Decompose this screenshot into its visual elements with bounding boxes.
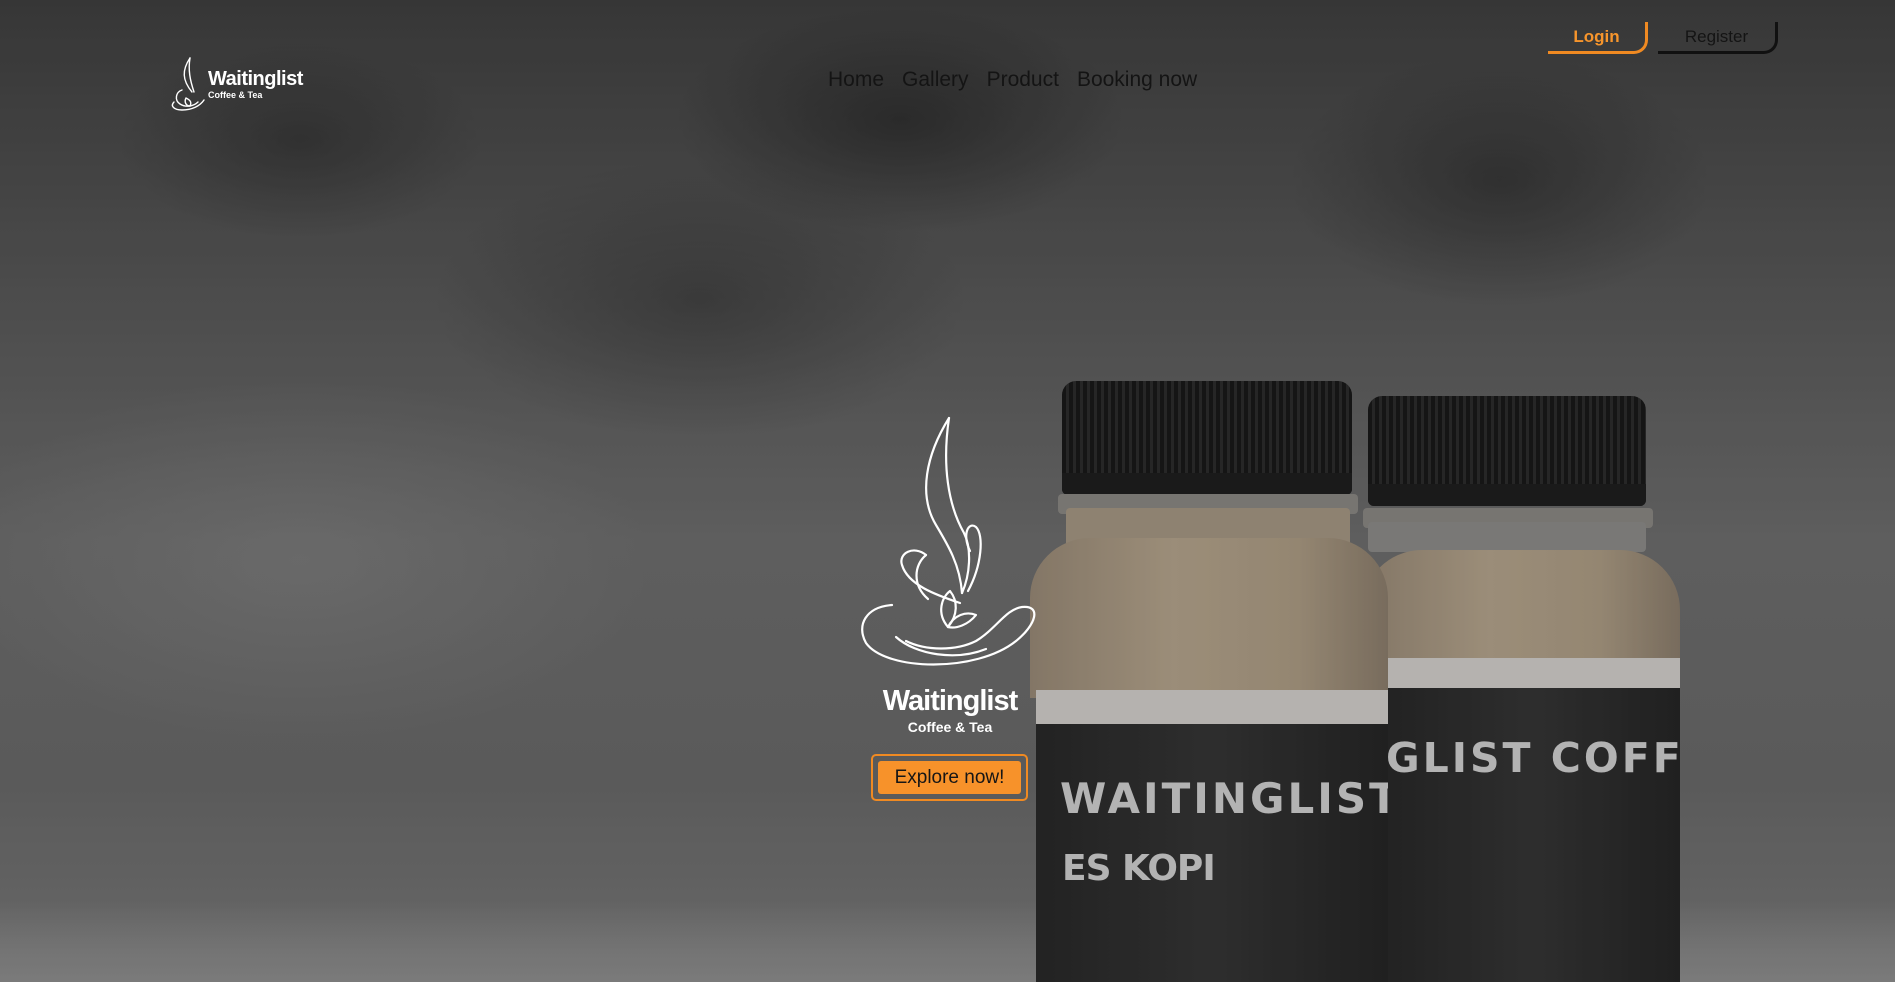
nav-home[interactable]: Home bbox=[828, 68, 884, 92]
register-button[interactable]: Register bbox=[1658, 22, 1778, 54]
main-nav: Home Gallery Product Booking now bbox=[828, 68, 1197, 92]
brand-name: Waitinglist bbox=[208, 68, 303, 90]
nav-booking-now[interactable]: Booking now bbox=[1077, 68, 1197, 92]
login-button[interactable]: Login bbox=[1548, 22, 1648, 54]
hero-brand-name: Waitinglist bbox=[882, 685, 1019, 717]
nav-product[interactable]: Product bbox=[987, 68, 1059, 92]
hero-brand-tagline: Coffee & Tea bbox=[907, 719, 993, 735]
brand-tagline: Coffee & Tea bbox=[208, 90, 263, 100]
coffee-steam-logo-icon bbox=[171, 57, 205, 111]
nav-gallery[interactable]: Gallery bbox=[902, 68, 969, 92]
coffee-steam-logo-icon bbox=[861, 416, 1036, 666]
explore-button-frame: Explore now! bbox=[871, 754, 1028, 801]
brand-logo[interactable]: Waitinglist Coffee & Tea bbox=[168, 56, 308, 112]
explore-now-button[interactable]: Explore now! bbox=[878, 761, 1021, 794]
hero-logo bbox=[856, 415, 1044, 670]
